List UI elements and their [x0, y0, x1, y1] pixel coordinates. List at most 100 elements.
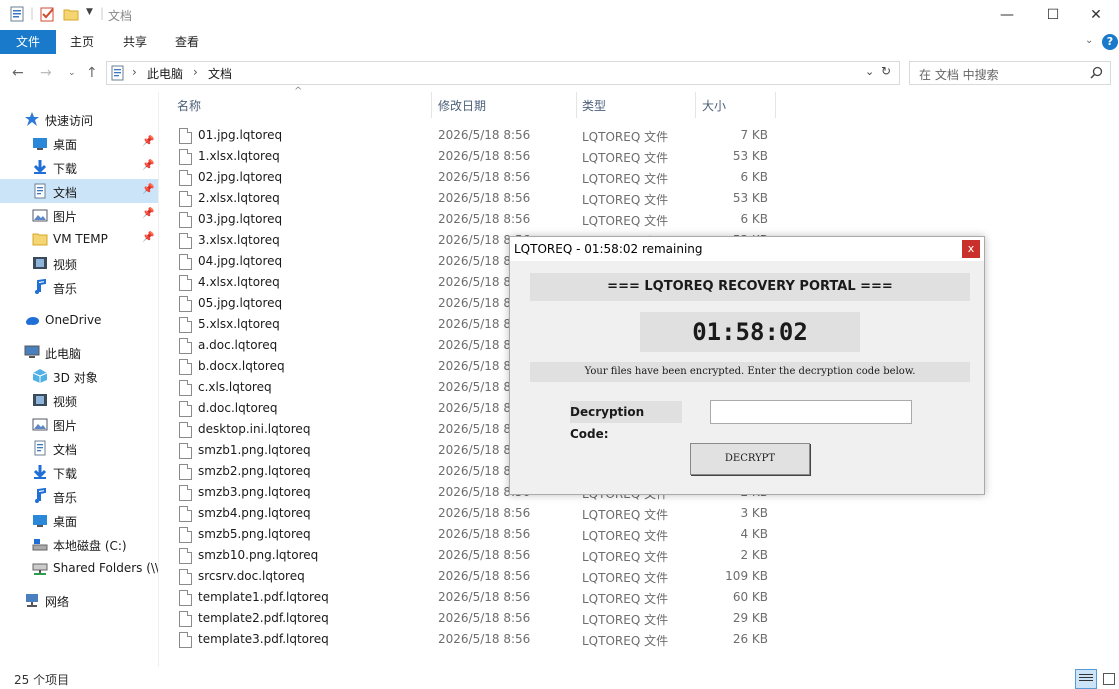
dialog-close-button[interactable]: x	[962, 240, 980, 258]
nav-network[interactable]: 网络	[0, 588, 158, 612]
desktop-icon	[32, 512, 48, 528]
ribbon-expand-icon[interactable]: ⌄	[1085, 35, 1093, 46]
nav-item-pc[interactable]: 3D 对象	[0, 364, 158, 388]
file-row[interactable]: srcsrv.doc.lqtoreq 2026/5/18 8:56 LQTOREQ …	[176, 566, 776, 587]
column-separator[interactable]	[695, 92, 696, 118]
file-row[interactable]: smzb10.png.lqtoreq 2026/5/18 8:56 LQTOREQ …	[176, 545, 776, 566]
file-icon	[179, 485, 192, 501]
pin-icon[interactable]: 📌	[142, 232, 154, 243]
breadcrumb-documents[interactable]: 文档	[208, 65, 232, 82]
nav-label: 文档	[53, 186, 78, 200]
file-name: template3.pdf.lqtoreq	[198, 632, 329, 646]
up-arrow-icon[interactable]: ↑	[86, 65, 98, 81]
nav-item-pc[interactable]: 音乐	[0, 484, 158, 508]
pin-icon[interactable]: 📌	[142, 160, 154, 171]
picture-icon	[32, 416, 48, 432]
file-icon	[179, 527, 192, 543]
file-row[interactable]: 1.xlsx.lqtoreq 2026/5/18 8:56 LQTOREQ 文件 53…	[176, 146, 776, 167]
new-folder-icon[interactable]	[63, 6, 79, 22]
file-row[interactable]: template1.pdf.lqtoreq 2026/5/18 8:56 LQTOR…	[176, 587, 776, 608]
nav-item-pc[interactable]: 本地磁盘 (C:)	[0, 532, 158, 556]
pin-icon[interactable]: 📌	[142, 208, 154, 219]
nav-item-pc[interactable]: 下载	[0, 460, 158, 484]
column-separator[interactable]	[431, 92, 432, 118]
file-name: template2.pdf.lqtoreq	[198, 611, 329, 625]
nav-item-pc[interactable]: 桌面	[0, 508, 158, 532]
nav-item-quick[interactable]: 桌面 📌	[0, 131, 158, 155]
nav-quick-access[interactable]: 快速访问	[0, 107, 158, 131]
pin-icon[interactable]: 📌	[142, 184, 154, 195]
file-icon	[179, 149, 192, 165]
file-type: LQTOREQ 文件	[582, 172, 669, 186]
file-icon	[179, 317, 192, 333]
column-header-name[interactable]: 名称	[177, 96, 201, 120]
title-bar: | ▼ | 文档 — ☐ ✕	[0, 0, 1119, 30]
nav-label: 下载	[53, 162, 78, 176]
column-header-type[interactable]: 类型	[582, 96, 606, 120]
address-bar[interactable]: › 此电脑 › 文档 ⌄ ↻	[106, 61, 900, 85]
file-row[interactable]: smzb4.png.lqtoreq 2026/5/18 8:56 LQTOREQ 文…	[176, 503, 776, 524]
file-row[interactable]: template2.pdf.lqtoreq 2026/5/18 8:56 LQTOR…	[176, 608, 776, 629]
nav-item-quick[interactable]: 图片 📌	[0, 203, 158, 227]
tab-file[interactable]: 文件	[0, 30, 56, 54]
nav-item-pc[interactable]: 视频	[0, 388, 158, 412]
minimize-button[interactable]: —	[984, 0, 1030, 30]
file-row[interactable]: smzb5.png.lqtoreq 2026/5/18 8:56 LQTOREQ 文…	[176, 524, 776, 545]
decrypt-button[interactable]: DECRYPT	[690, 443, 810, 475]
file-size: 53 KB	[732, 149, 768, 163]
column-separator[interactable]	[775, 92, 776, 118]
breadcrumb-chevron-icon[interactable]: ›	[132, 65, 137, 79]
search-input[interactable]: 在 文档 中搜索	[909, 61, 1111, 85]
file-size: 60 KB	[732, 590, 768, 604]
nav-item-quick[interactable]: VM TEMP 📌	[0, 227, 158, 251]
file-icon	[179, 296, 192, 312]
nav-item-quick[interactable]: 视频	[0, 251, 158, 275]
nav-item-pc[interactable]: 文档	[0, 436, 158, 460]
forward-arrow-icon[interactable]: →	[40, 65, 52, 81]
nav-item-pc[interactable]: Shared Folders (\\	[0, 556, 159, 580]
large-icons-view-icon[interactable]	[1100, 670, 1116, 686]
properties-icon[interactable]	[9, 6, 25, 22]
file-name: 2.xlsx.lqtoreq	[198, 191, 280, 205]
decryption-code-input[interactable]	[710, 400, 912, 424]
pin-icon[interactable]: 📌	[142, 136, 154, 147]
file-icon	[179, 212, 192, 228]
file-row[interactable]: template3.pdf.lqtoreq 2026/5/18 8:56 LQTOR…	[176, 629, 776, 650]
nav-item-quick[interactable]: 音乐	[0, 275, 158, 299]
back-arrow-icon[interactable]: ←	[12, 65, 24, 81]
file-size: 7 KB	[740, 128, 768, 142]
nav-item-quick[interactable]: 文档 📌	[0, 179, 158, 203]
column-header-size[interactable]: 大小	[702, 96, 726, 120]
address-dropdown-icon[interactable]: ⌄	[865, 65, 874, 78]
breadcrumb-this-pc[interactable]: 此电脑	[147, 65, 183, 82]
tab-view[interactable]: 查看	[161, 30, 213, 54]
nav-item-pc[interactable]: 图片	[0, 412, 158, 436]
nav-this-pc[interactable]: 此电脑	[0, 340, 158, 364]
column-header-date[interactable]: 修改日期	[438, 96, 486, 120]
search-icon[interactable]	[1090, 66, 1103, 79]
nav-label: 视频	[53, 258, 78, 272]
maximize-button[interactable]: ☐	[1030, 0, 1076, 30]
nav-item-quick[interactable]: 下载 📌	[0, 155, 158, 179]
details-view-icon[interactable]	[1075, 669, 1097, 689]
file-row[interactable]: 02.jpg.lqtoreq 2026/5/18 8:56 LQTOREQ 文件 6 …	[176, 167, 776, 188]
recent-dropdown-icon[interactable]: ⌄	[68, 68, 76, 78]
qa-dropdown-icon[interactable]: ▼	[86, 7, 93, 17]
help-icon[interactable]: ?	[1102, 34, 1118, 50]
file-row[interactable]: 2.xlsx.lqtoreq 2026/5/18 8:56 LQTOREQ 文件 53…	[176, 188, 776, 209]
file-name: smzb1.png.lqtoreq	[198, 443, 311, 457]
refresh-icon[interactable]: ↻	[881, 64, 891, 78]
file-name: 3.xlsx.lqtoreq	[198, 233, 280, 247]
checkmark-icon[interactable]	[40, 6, 56, 22]
pane-divider[interactable]	[158, 92, 159, 667]
tab-home[interactable]: 主页	[56, 30, 108, 54]
file-row[interactable]: 01.jpg.lqtoreq 2026/5/18 8:56 LQTOREQ 文件 7 …	[176, 125, 776, 146]
close-button[interactable]: ✕	[1073, 0, 1119, 30]
column-separator[interactable]	[576, 92, 577, 118]
file-row[interactable]: 03.jpg.lqtoreq 2026/5/18 8:56 LQTOREQ 文件 6 …	[176, 209, 776, 230]
tab-share[interactable]: 共享	[109, 30, 161, 54]
breadcrumb-chevron-icon[interactable]: ›	[193, 65, 198, 79]
nav-onedrive[interactable]: OneDrive	[0, 308, 158, 332]
video-icon	[32, 255, 48, 271]
file-name: 03.jpg.lqtoreq	[198, 212, 283, 226]
